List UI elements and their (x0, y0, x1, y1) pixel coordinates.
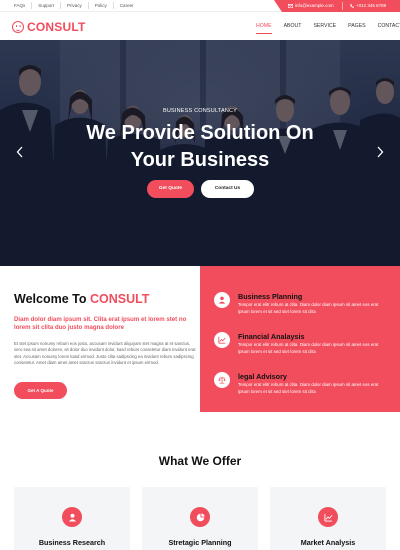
feature-title: legal Advisory (238, 372, 287, 381)
email-item[interactable]: info@example.com (288, 3, 334, 9)
feature-text: Tempor erat elitr rebum at clita. Diam d… (238, 342, 379, 354)
service-card-label: Stretagic Planning (168, 538, 232, 547)
nav-item-pages[interactable]: PAGES (348, 12, 366, 55)
brand-logo[interactable]: CONSULT (12, 20, 86, 34)
top-links: FAQs Support Privacy Policy Career (12, 2, 140, 9)
top-bar: FAQs Support Privacy Policy Career info@… (0, 0, 400, 12)
user-icon (214, 292, 230, 308)
feature-title: Business Planning (238, 292, 303, 301)
hero-title-line1: We Provide Solution On (86, 122, 314, 144)
hero-title-line2: Your Business (130, 149, 270, 171)
carousel-prev-button[interactable] (16, 146, 24, 158)
welcome-section: Welcome To CONSULT Diam dolor diam ipsum… (0, 266, 200, 412)
navbar: CONSULT HOME ABOUT SERVICE PAGES CONTACT (0, 12, 400, 55)
service-card-strategic-planning[interactable]: Stretagic Planning (142, 487, 258, 550)
feature-title: Financial Analaysis (238, 332, 305, 341)
welcome-body: Et stet ipsum nonumy rebum eos justo, ac… (14, 341, 196, 365)
service-card-business-research[interactable]: Business Research (14, 487, 130, 550)
nav-item-contact[interactable]: CONTACT (378, 12, 400, 40)
top-link-support[interactable]: Support (32, 2, 62, 9)
contact-divider (342, 2, 343, 10)
chart-icon (214, 332, 230, 348)
hero-title: We Provide Solution On Your Business (0, 120, 400, 174)
welcome-title-accent: CONSULT (89, 292, 150, 306)
service-card-label: Market Analysis (300, 538, 356, 547)
phone-icon (350, 4, 354, 8)
feature-text: Tempor erat elitr rebum at clita. Diam d… (238, 382, 379, 394)
features-panel: Business Planning Tempor erat elitr rebu… (200, 266, 400, 412)
service-card-market-analysis[interactable]: Market Analysis (270, 487, 386, 550)
welcome-lead: Diam dolor diam ipsum sit. Clita erat ip… (14, 316, 187, 331)
welcome-title: Welcome To CONSULT (14, 292, 149, 306)
contact-us-button[interactable]: Contact Us (201, 180, 254, 198)
chevron-left-icon (16, 146, 23, 158)
chevron-right-icon (377, 146, 384, 158)
main-nav: HOME ABOUT SERVICE PAGES CONTACT (256, 12, 400, 55)
brand-name: CONSULT (27, 20, 86, 34)
get-a-quote-button[interactable]: Get A Quote (14, 382, 67, 399)
nav-item-pages-label: PAGES (348, 23, 366, 29)
carousel-next-button[interactable] (376, 146, 384, 158)
feature-text: Tempor erat elitr rebum at clita. Diam d… (238, 302, 379, 314)
phone-text: +012 345 6789 (356, 3, 387, 8)
nav-item-about[interactable]: ABOUT (284, 12, 302, 40)
hero-kicker: BUSINESS CONSULTANCY (162, 108, 238, 114)
user-icon (62, 507, 82, 527)
top-link-faqs[interactable]: FAQs (12, 2, 33, 9)
pie-chart-icon (190, 507, 210, 527)
top-contact-strip: info@example.com +012 345 6789 (274, 0, 400, 12)
smile-icon (12, 21, 24, 33)
phone-item[interactable]: +012 345 6789 (350, 3, 386, 9)
welcome-title-prefix: Welcome To (14, 292, 90, 306)
nav-item-service[interactable]: SERVICE (313, 12, 336, 40)
get-quote-button[interactable]: Get Quote (147, 180, 194, 198)
top-link-privacy[interactable]: Privacy (61, 2, 89, 9)
nav-item-home[interactable]: HOME (256, 12, 272, 40)
email-text: info@example.com (295, 3, 334, 8)
top-link-career[interactable]: Career (114, 2, 140, 9)
hero-carousel: BUSINESS CONSULTANCY We Provide Solution… (0, 40, 400, 266)
line-chart-icon (318, 507, 338, 527)
balance-icon (214, 372, 230, 388)
offer-section-title: What We Offer (158, 454, 242, 468)
service-card-label: Business Research (38, 538, 106, 547)
top-link-policy[interactable]: Policy (89, 2, 114, 9)
envelope-icon (288, 4, 293, 8)
